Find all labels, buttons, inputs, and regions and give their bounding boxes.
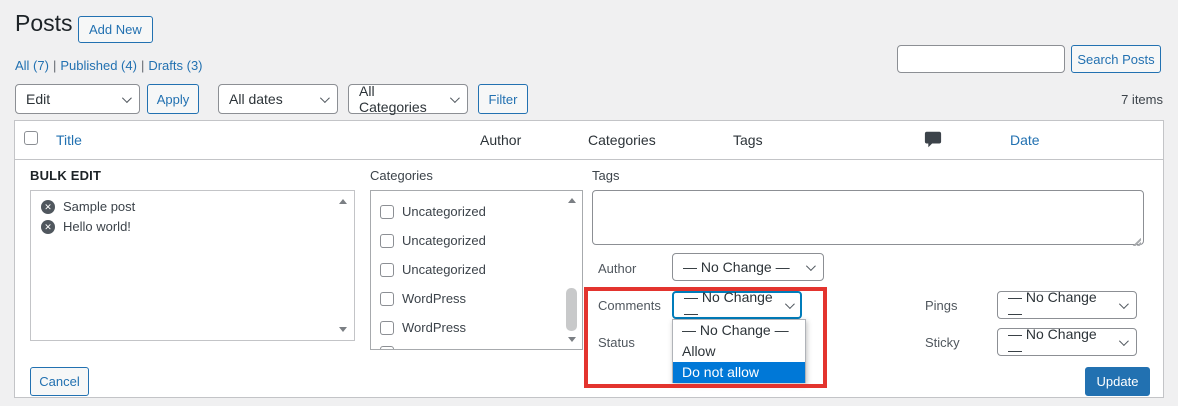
category-label: WordPress [402, 291, 467, 306]
filter-link-published[interactable]: Published (4) [60, 58, 137, 73]
apply-button[interactable]: Apply [147, 84, 199, 114]
update-button[interactable]: Update [1085, 367, 1150, 396]
pings-select-value: — No Change — [1008, 289, 1097, 321]
comments-icon [924, 131, 942, 148]
column-header-categories: Categories [588, 132, 656, 148]
scroll-down-icon[interactable] [339, 327, 347, 332]
bulk-edit-categories-list: Uncategorized Uncategorized Uncategorize… [370, 190, 583, 350]
scroll-up-icon[interactable] [339, 199, 347, 204]
category-label: Uncategorized [402, 204, 486, 219]
bulk-action-value: Edit [26, 91, 51, 107]
sticky-select-value: — No Change — [1008, 326, 1097, 358]
comments-select-value: — No Change — [684, 289, 773, 321]
search-posts-button[interactable]: Search Posts [1071, 45, 1161, 73]
pings-select[interactable]: — No Change — [997, 289, 1137, 321]
page-title: Posts [15, 10, 73, 36]
filter-separator: | [52, 58, 57, 73]
filter-separator: | [140, 58, 145, 73]
comments-select[interactable]: — No Change — [672, 289, 802, 321]
category-checkbox[interactable] [380, 262, 394, 277]
chevron-down-icon [805, 260, 816, 271]
post-status-filters: All (7) | Published (4) | Drafts (3) [15, 58, 203, 73]
status-field-label: Status [598, 335, 635, 350]
post-title: Hello world! [63, 219, 131, 234]
dates-filter-value: All dates [229, 91, 283, 107]
dropdown-option-allow[interactable]: Allow [673, 341, 805, 362]
post-title: Sample post [63, 199, 136, 214]
bulk-edit-legend: BULK EDIT [30, 168, 102, 183]
author-select-value: — No Change — [683, 259, 790, 275]
comments-field-label: Comments [598, 298, 661, 313]
category-checkbox[interactable] [380, 291, 394, 306]
list-item: Sample post [41, 199, 135, 214]
comments-dropdown-menu: — No Change — Allow Do not allow [672, 319, 806, 383]
pings-field-label: Pings [925, 298, 958, 313]
dropdown-option-no-change[interactable]: — No Change — [673, 320, 805, 341]
sticky-select[interactable]: — No Change — [997, 326, 1137, 358]
chevron-down-icon [319, 92, 330, 103]
category-checkbox[interactable] [380, 233, 394, 248]
category-checkbox[interactable] [380, 204, 394, 219]
category-option: Uncategorized [380, 204, 486, 219]
category-label: WordPress [402, 320, 467, 335]
category-option-clipped [380, 346, 402, 349]
category-checkbox[interactable] [380, 320, 394, 335]
filter-link-drafts[interactable]: Drafts (3) [148, 58, 202, 73]
resize-grip-icon[interactable] [1131, 236, 1141, 246]
bulk-edit-posts-list: Sample post Hello world! [30, 190, 355, 341]
bulk-edit-categories-label: Categories [370, 168, 433, 183]
author-select[interactable]: — No Change — [672, 253, 824, 281]
category-option: WordPress [380, 320, 466, 335]
remove-post-icon[interactable] [41, 219, 55, 234]
tags-textarea[interactable] [592, 190, 1144, 245]
page-background-strip [0, 398, 1178, 406]
column-header-title[interactable]: Title [56, 132, 82, 148]
chevron-down-icon [1118, 298, 1129, 309]
category-label: Uncategorized [402, 233, 486, 248]
categories-filter-select[interactable]: All Categories [348, 83, 468, 115]
bulk-edit-tags-label: Tags [592, 168, 620, 183]
chevron-down-icon [121, 92, 132, 103]
cancel-button[interactable]: Cancel [30, 367, 89, 396]
remove-post-icon[interactable] [41, 199, 55, 214]
category-label: Uncategorized [402, 262, 486, 277]
chevron-down-icon [449, 92, 460, 103]
chevron-down-icon [1118, 335, 1129, 346]
filter-button[interactable]: Filter [478, 84, 528, 114]
dropdown-option-do-not-allow[interactable]: Do not allow [673, 362, 805, 383]
bulk-action-select[interactable]: Edit [15, 84, 140, 114]
category-option: Uncategorized [380, 262, 486, 277]
author-field-label: Author [598, 261, 637, 276]
category-checkbox[interactable] [380, 346, 394, 349]
select-all-checkbox[interactable] [24, 131, 38, 145]
dates-filter-select[interactable]: All dates [218, 84, 338, 114]
category-option: WordPress [380, 291, 466, 306]
scroll-down-icon[interactable] [568, 337, 576, 342]
filter-link-all[interactable]: All (7) [15, 58, 49, 73]
category-option: Uncategorized [380, 233, 486, 248]
chevron-down-icon [784, 298, 795, 309]
scrollbar-thumb[interactable] [566, 288, 577, 331]
items-count: 7 items [1121, 92, 1163, 107]
column-header-author: Author [480, 132, 522, 148]
search-input[interactable] [897, 45, 1065, 73]
list-item: Hello world! [41, 219, 131, 234]
sticky-field-label: Sticky [925, 335, 960, 350]
add-new-button[interactable]: Add New [78, 16, 153, 43]
categories-filter-value: All Categories [359, 83, 427, 115]
column-header-date[interactable]: Date [1010, 132, 1040, 148]
column-header-tags: Tags [733, 132, 763, 148]
scroll-up-icon[interactable] [568, 198, 576, 203]
